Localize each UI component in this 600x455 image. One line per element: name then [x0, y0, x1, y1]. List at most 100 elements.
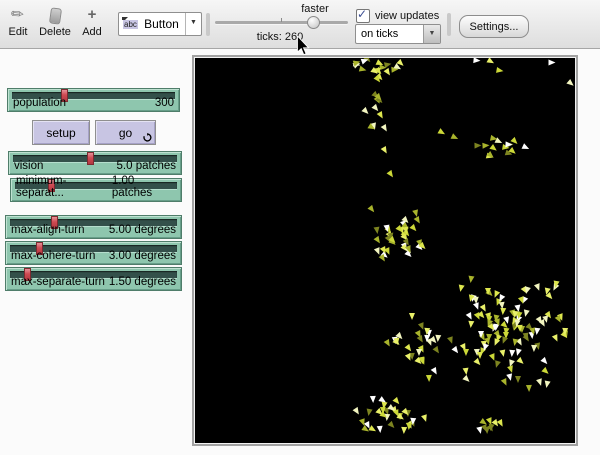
slider-value: 300	[155, 97, 174, 109]
turtle	[452, 346, 461, 355]
turtle	[409, 224, 418, 233]
turtle	[424, 327, 431, 334]
turtle	[530, 345, 536, 352]
go-button[interactable]: go	[95, 120, 156, 145]
turtle	[421, 414, 429, 423]
turtle	[552, 335, 560, 344]
slider-value: 5.0 patches	[117, 160, 176, 172]
turtle	[403, 227, 410, 235]
turtle	[477, 352, 483, 359]
turtle	[384, 224, 391, 232]
slider-vision[interactable]: vision 5.0 patches	[8, 151, 182, 175]
toolbar-separator	[206, 13, 210, 36]
slider-value: 3.00 degrees	[109, 250, 176, 262]
settings-label: Settings...	[470, 21, 519, 33]
slider-label: vision	[14, 160, 43, 172]
turtle	[526, 385, 532, 392]
slider-value: 5.00 degrees	[109, 224, 176, 236]
turtle	[458, 284, 465, 292]
eraser-icon	[36, 5, 74, 25]
setup-button[interactable]: setup	[32, 120, 90, 145]
speed-slider-label: faster	[270, 3, 360, 15]
view-updates-checkbox[interactable]: ✓	[356, 9, 370, 23]
turtle	[366, 409, 373, 417]
turtle	[387, 421, 396, 430]
turtle	[475, 143, 482, 149]
turtle	[490, 135, 498, 142]
turtle	[486, 58, 495, 66]
turtle	[540, 357, 549, 366]
slider-minimum-separation[interactable]: minimum-separat... 1.00 patches	[10, 178, 182, 202]
turtle	[512, 311, 519, 319]
world-view[interactable]	[192, 55, 578, 446]
turtle	[485, 288, 491, 295]
turtle	[566, 79, 575, 88]
turtle	[474, 358, 483, 367]
turtle	[374, 227, 381, 235]
turtle	[514, 319, 521, 327]
setup-label: setup	[46, 126, 75, 140]
turtle	[562, 328, 568, 335]
slider-population[interactable]: population 300	[7, 88, 180, 112]
turtle	[467, 295, 474, 303]
turtle	[426, 375, 432, 382]
view-updates-toggle[interactable]: ✓ view updates	[356, 8, 439, 23]
turtle	[362, 107, 371, 116]
go-label: go	[119, 126, 132, 140]
netlogo-interface: ✎ Edit Delete + Add abc Button ▼ faster …	[0, 0, 600, 455]
turtle	[496, 67, 504, 74]
turtle	[493, 361, 501, 369]
turtle	[536, 378, 544, 387]
turtle	[367, 205, 376, 214]
plus-icon: +	[77, 5, 107, 25]
slider-label: max-cohere-turn	[11, 250, 95, 262]
update-mode-value: on ticks	[356, 28, 423, 40]
turtle	[392, 397, 401, 406]
turtle	[451, 133, 460, 141]
turtle	[549, 60, 556, 66]
turtle	[523, 332, 530, 340]
turtle	[524, 286, 532, 294]
chevron-down-icon: ▼	[185, 13, 201, 35]
slider-value: 1.00 patches	[112, 175, 176, 199]
turtle	[424, 335, 430, 342]
turtle	[522, 143, 531, 151]
turtle	[462, 375, 471, 384]
slider-max-separate-turn[interactable]: max-separate-turn 1.50 degrees	[5, 267, 182, 291]
turtle	[463, 349, 469, 356]
turtle	[467, 321, 474, 329]
check-icon: ✓	[357, 7, 367, 21]
slider-label: minimum-separat...	[16, 175, 112, 199]
delete-button[interactable]: Delete	[36, 5, 74, 38]
turtle	[473, 58, 480, 64]
turtle	[381, 146, 390, 155]
forever-icon	[143, 133, 152, 142]
ticks-counter: ticks: 260	[215, 31, 345, 43]
turtle	[473, 302, 481, 311]
chevron-down-icon: ▼	[423, 25, 440, 43]
turtle	[409, 313, 415, 320]
speed-slider[interactable]	[215, 21, 348, 24]
slider-label: max-separate-turn	[11, 276, 105, 288]
turtle	[376, 111, 385, 120]
world-view-canvas	[195, 58, 575, 443]
edit-button[interactable]: ✎ Edit	[3, 5, 33, 38]
add-widget-button[interactable]: + Add	[77, 5, 107, 38]
turtle	[376, 426, 383, 434]
turtle	[416, 349, 422, 356]
widget-type-dropdown[interactable]: abc Button ▼	[118, 12, 202, 36]
turtle	[489, 353, 497, 362]
turtle	[435, 335, 442, 342]
settings-button[interactable]: Settings...	[459, 15, 529, 38]
speed-slider-thumb[interactable]	[307, 16, 320, 29]
slider-max-cohere-turn[interactable]: max-cohere-turn 3.00 degrees	[5, 241, 182, 265]
slider-max-align-turn[interactable]: max-align-turn 5.00 degrees	[5, 215, 182, 239]
turtle	[486, 334, 492, 341]
update-mode-dropdown[interactable]: on ticks ▼	[355, 24, 441, 44]
turtle	[515, 376, 521, 383]
turtle	[373, 236, 382, 245]
turtle	[511, 338, 518, 346]
turtle	[542, 367, 551, 376]
turtle	[380, 124, 389, 133]
add-label: Add	[77, 26, 107, 38]
